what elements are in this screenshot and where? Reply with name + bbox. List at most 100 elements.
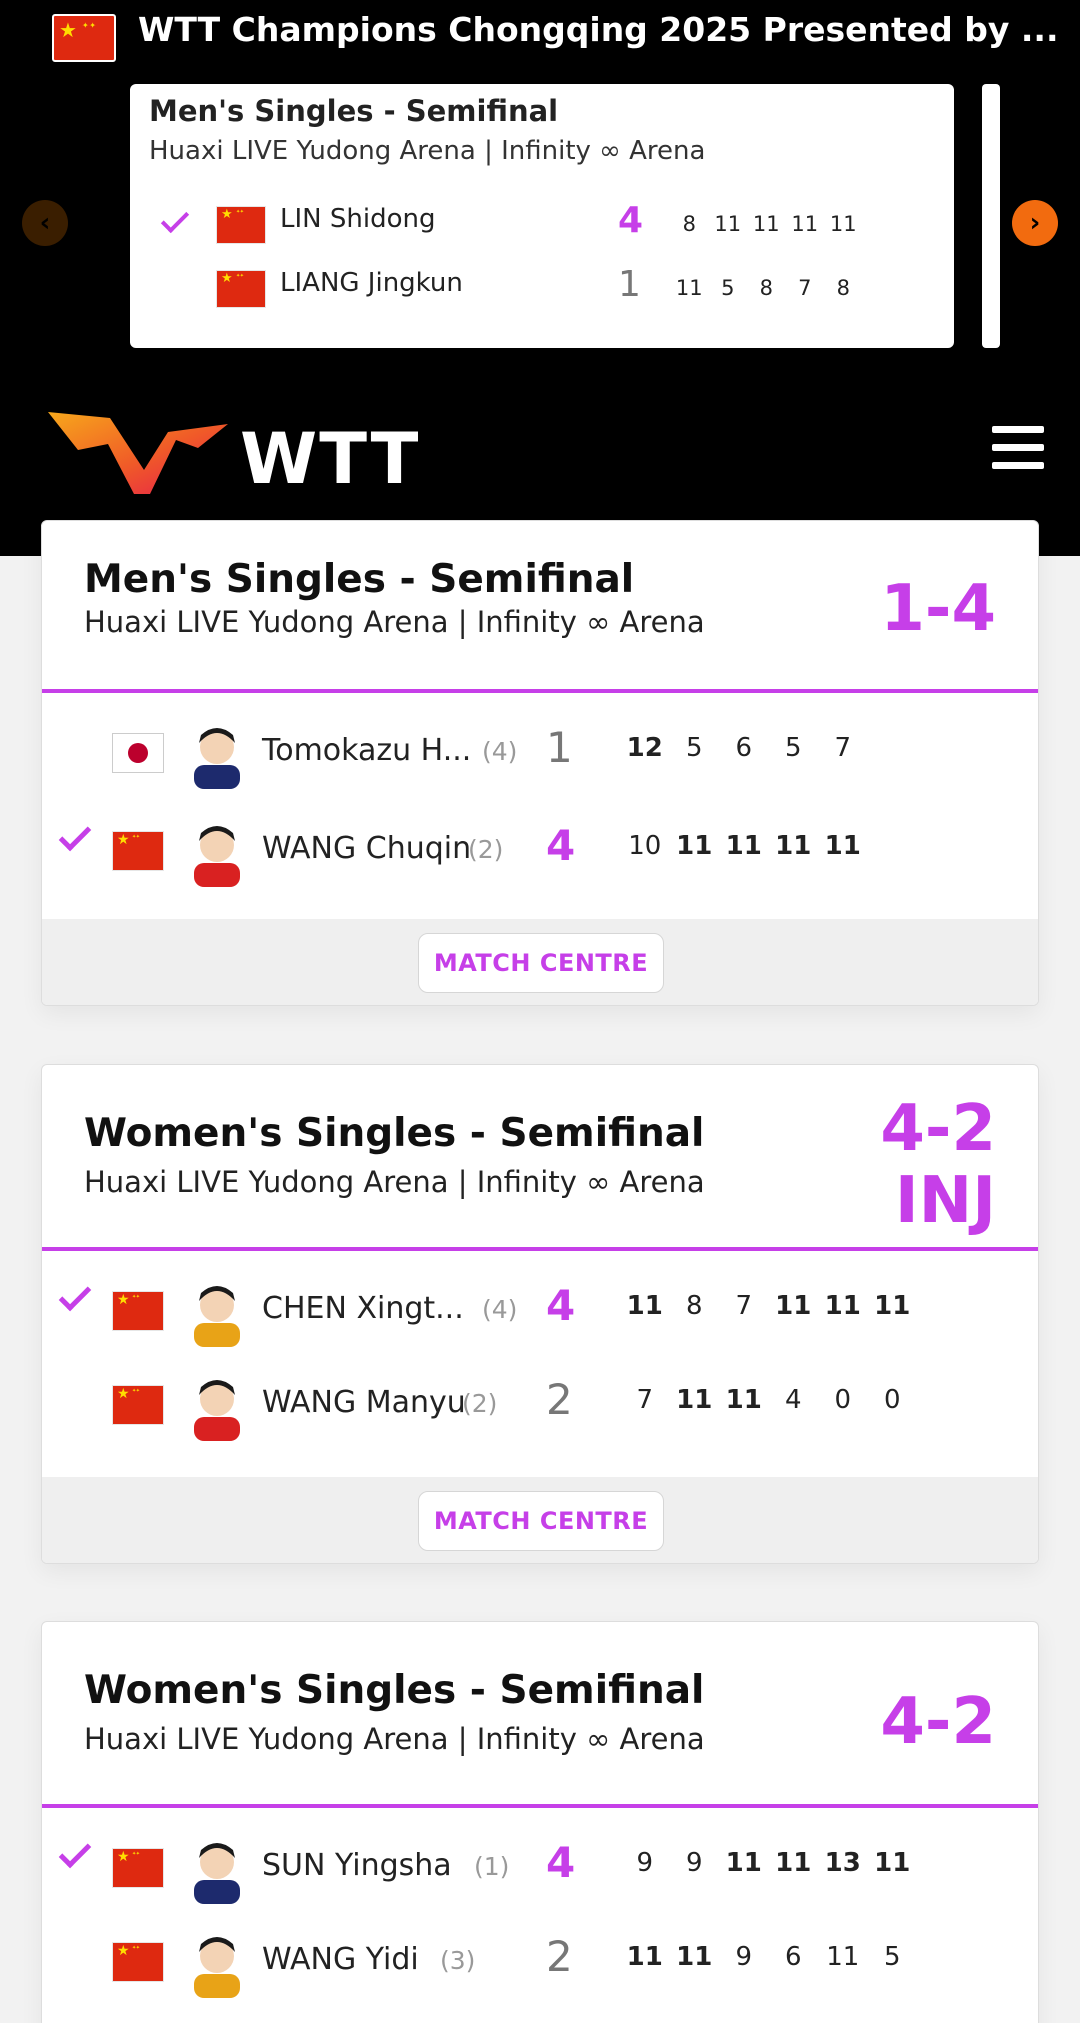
- game-score: 11: [626, 1942, 663, 1972]
- player-seed: (2): [462, 1389, 498, 1418]
- game-score: 7: [834, 733, 852, 763]
- game-score: 11: [824, 1291, 861, 1321]
- match-card-footer: MATCH CENTRE: [42, 1477, 1038, 1563]
- game-score: 8: [682, 212, 696, 236]
- game-score: 11: [626, 1291, 663, 1321]
- match-card: Women's Singles - Semifinal Huaxi LIVE Y…: [41, 1064, 1039, 1564]
- player-seed: (3): [440, 1946, 476, 1975]
- match-score: 4-2: [880, 1092, 996, 1166]
- game-scores: 12 5 6 5 7: [620, 733, 868, 763]
- game-scores: 11 11 9 6 11 5: [620, 1942, 917, 1972]
- game-score: 5: [784, 733, 802, 763]
- match-title: Women's Singles - Semifinal: [84, 1668, 705, 1713]
- check-icon: [58, 818, 92, 852]
- player-score: 1: [546, 723, 573, 772]
- next-match-card[interactable]: [982, 84, 1000, 348]
- live-player-name: LIANG Jingkun: [280, 268, 463, 298]
- match-card-header: Women's Singles - Semifinal Huaxi LIVE Y…: [42, 1065, 1038, 1251]
- game-scores: 7 11 11 4 0 0: [620, 1385, 917, 1415]
- match-centre-button[interactable]: MATCH CENTRE: [418, 1491, 664, 1551]
- match-centre-button[interactable]: MATCH CENTRE: [418, 933, 664, 993]
- player-row: CHEN Xingt... (4) 4 11 8 7 11 11 11: [42, 1271, 1038, 1351]
- game-score: 9: [636, 1848, 654, 1878]
- check-icon: [58, 1835, 92, 1869]
- game-score: 11: [676, 1385, 713, 1415]
- player-name[interactable]: WANG Manyu: [262, 1385, 466, 1420]
- game-score: 4: [784, 1385, 802, 1415]
- live-game-scores: 11 5 8 7 8: [670, 276, 863, 300]
- player-score: 2: [546, 1375, 573, 1424]
- player-seed: (4): [482, 737, 518, 766]
- game-score: 11: [725, 831, 762, 861]
- china-flag-icon: [52, 14, 116, 62]
- game-score: 9: [685, 1848, 703, 1878]
- game-score: 10: [628, 831, 662, 861]
- player-row: WANG Yidi (3) 2 11 11 9 6 11 5: [42, 1922, 1038, 2002]
- game-score: 6: [784, 1942, 802, 1972]
- game-score: 11: [676, 831, 713, 861]
- live-player-row: LIANG Jingkun 1 11 5 8 7 8: [130, 260, 954, 320]
- live-match-card[interactable]: Men's Singles - Semifinal Huaxi LIVE Yud…: [130, 84, 954, 348]
- china-flag-icon: [112, 1291, 164, 1331]
- china-flag-icon: [112, 831, 164, 871]
- china-flag-icon: [112, 1848, 164, 1888]
- player-name[interactable]: Tomokazu H...: [262, 733, 471, 768]
- live-game-scores: 8 11 11 11 11: [670, 212, 863, 236]
- event-title[interactable]: WTT Champions Chongqing 2025 Presented b…: [138, 10, 1068, 49]
- avatar: [194, 1380, 240, 1441]
- player-name[interactable]: SUN Yingsha: [262, 1848, 452, 1883]
- chevron-left-icon[interactable]: ‹: [22, 200, 68, 246]
- hamburger-icon[interactable]: [992, 426, 1044, 474]
- game-score: 13: [824, 1848, 861, 1878]
- game-scores: 9 9 11 11 13 11: [620, 1848, 917, 1878]
- live-player-row: LIN Shidong 4 8 11 11 11 11: [130, 196, 954, 256]
- game-score: 11: [725, 1848, 762, 1878]
- game-score: 11: [824, 831, 861, 861]
- avatar: [194, 1937, 240, 1998]
- game-score: 0: [834, 1385, 852, 1415]
- game-score: 11: [675, 276, 703, 300]
- player-seed: (4): [482, 1295, 518, 1324]
- wtt-logo-icon[interactable]: [48, 410, 228, 500]
- header: WTT Champions Chongqing 2025 Presented b…: [0, 0, 1080, 556]
- game-score: 8: [759, 276, 773, 300]
- game-score: 11: [714, 212, 742, 236]
- player-name[interactable]: CHEN Xingt...: [262, 1291, 464, 1326]
- match-card-header: Men's Singles - Semifinal Huaxi LIVE Yud…: [42, 521, 1038, 693]
- match-card: Women's Singles - Semifinal Huaxi LIVE Y…: [41, 1621, 1039, 2023]
- game-score: 0: [883, 1385, 901, 1415]
- player-name[interactable]: WANG Yidi: [262, 1942, 419, 1977]
- player-row: WANG Chuqin (2) 4 10 11 11 11 11: [42, 811, 1038, 891]
- game-score: 7: [636, 1385, 654, 1415]
- china-flag-icon: [216, 270, 266, 308]
- player-score: 4: [546, 1838, 576, 1887]
- game-score: 11: [829, 212, 857, 236]
- live-match-title: Men's Singles - Semifinal: [149, 94, 559, 128]
- game-score: 12: [626, 733, 663, 763]
- match-title: Men's Singles - Semifinal: [84, 557, 635, 602]
- game-score: 6: [735, 733, 753, 763]
- game-score: 11: [725, 1385, 762, 1415]
- game-score: 11: [791, 212, 819, 236]
- match-score: 4-2: [880, 1685, 996, 1759]
- player-row: SUN Yingsha (1) 4 9 9 11 11 13 11: [42, 1828, 1038, 1908]
- live-match-venue: Huaxi LIVE Yudong Arena | Infinity ∞ Are…: [149, 136, 706, 166]
- game-score: 11: [676, 1942, 713, 1972]
- live-player-score: 1: [618, 264, 641, 305]
- game-scores: 11 8 7 11 11 11: [620, 1291, 917, 1321]
- player-row: WANG Manyu (2) 2 7 11 11 4 0 0: [42, 1365, 1038, 1445]
- live-player-name: LIN Shidong: [280, 204, 436, 234]
- japan-flag-icon: [112, 733, 164, 773]
- game-score: 8: [836, 276, 850, 300]
- chevron-right-icon[interactable]: ›: [1012, 200, 1058, 246]
- game-score: 7: [735, 1291, 753, 1321]
- check-icon: [160, 204, 190, 234]
- game-score: 9: [735, 1942, 753, 1972]
- player-name[interactable]: WANG Chuqin: [262, 831, 471, 866]
- match-card-footer: MATCH CENTRE: [42, 919, 1038, 1005]
- game-score: 11: [775, 1848, 812, 1878]
- game-score: 11: [775, 831, 812, 861]
- game-score: 11: [775, 1291, 812, 1321]
- game-score: 7: [798, 276, 812, 300]
- match-venue: Huaxi LIVE Yudong Arena | Infinity ∞ Are…: [84, 605, 705, 639]
